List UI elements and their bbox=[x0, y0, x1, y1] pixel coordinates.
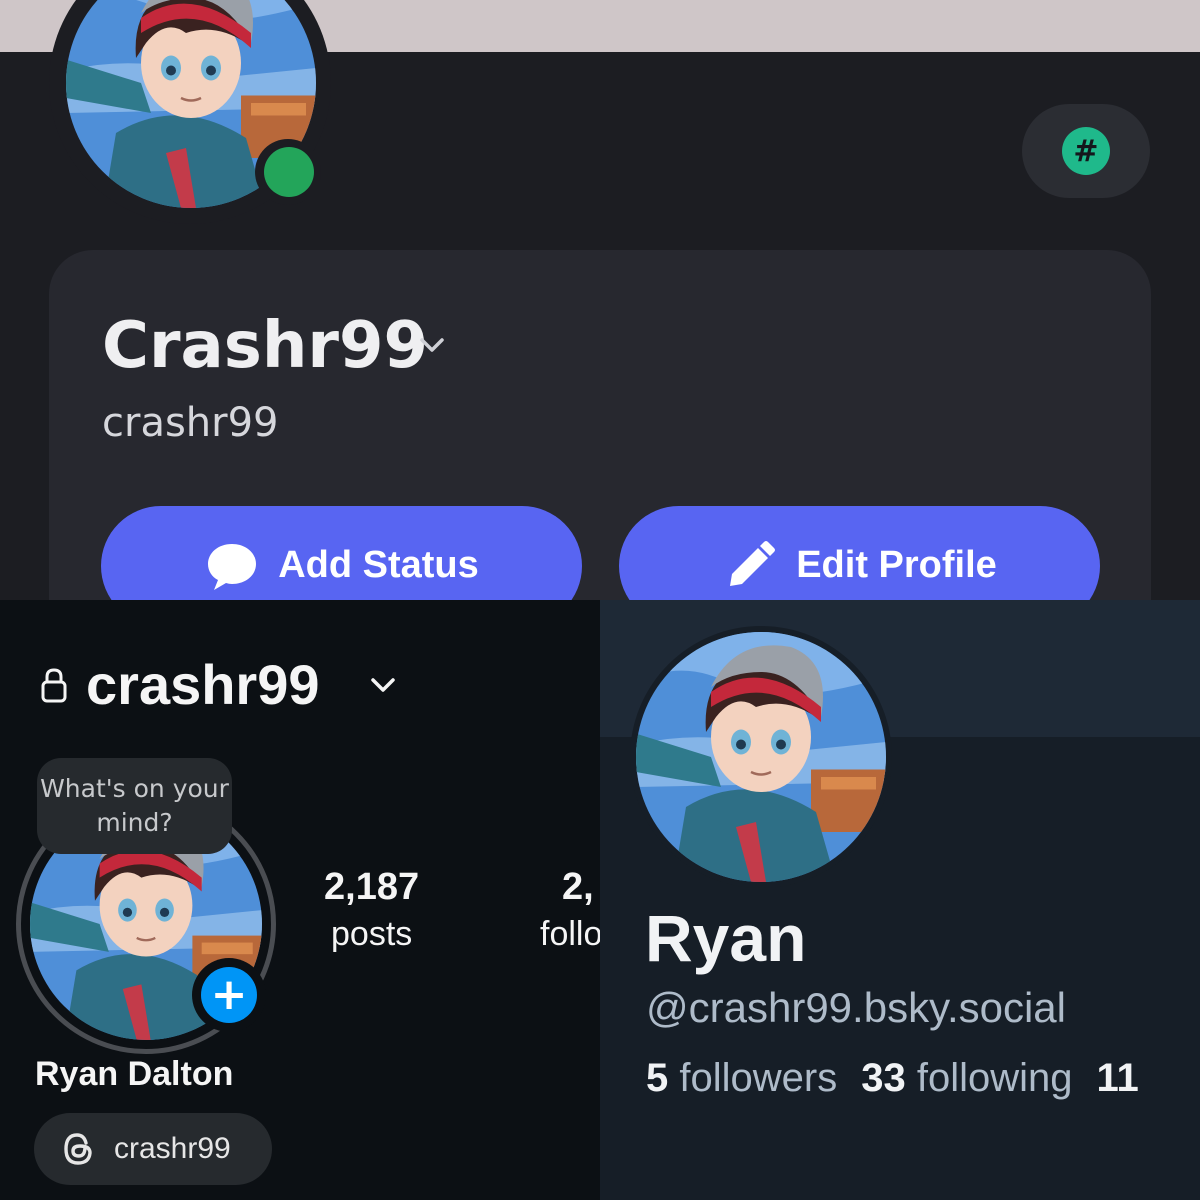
bluesky-profile-panel: Ryan @crashr99.bsky.social 5 followers 33… bbox=[600, 600, 1200, 1200]
threads-logo-icon bbox=[64, 1133, 92, 1165]
edit-profile-button[interactable]: Edit Profile bbox=[619, 506, 1100, 600]
profile-stats: 5 followers 33 following 11 bbox=[646, 1056, 1139, 1101]
posts-count: 11 bbox=[1096, 1056, 1139, 1100]
full-name: Ryan Dalton bbox=[35, 1055, 234, 1093]
followers-count[interactable]: 5 bbox=[646, 1056, 668, 1100]
handle: @crashr99.bsky.social bbox=[646, 984, 1066, 1031]
posts-label: posts bbox=[331, 915, 413, 953]
lock-icon bbox=[41, 668, 67, 703]
display-name: Ryan bbox=[645, 901, 807, 975]
threads-link[interactable]: crashr99 bbox=[34, 1113, 272, 1185]
edit-profile-label: Edit Profile bbox=[796, 544, 997, 586]
discord-profile-panel: # Crashr99 crashr99 Add Status Edit Prof… bbox=[0, 0, 1200, 600]
followers-label[interactable]: followers bbox=[679, 1056, 837, 1100]
chevron-down-icon[interactable] bbox=[370, 676, 396, 694]
threads-handle: crashr99 bbox=[114, 1132, 231, 1165]
add-status-label: Add Status bbox=[278, 544, 479, 586]
posts-count[interactable]: 2,187 bbox=[324, 866, 419, 909]
avatar[interactable] bbox=[636, 632, 886, 882]
following-label[interactable]: following bbox=[917, 1056, 1073, 1100]
username: crashr99 bbox=[102, 400, 279, 446]
online-status-icon bbox=[264, 147, 314, 197]
add-status-button[interactable]: Add Status bbox=[101, 506, 582, 600]
plus-icon: + bbox=[201, 967, 257, 1023]
hashtag-icon: # bbox=[1062, 127, 1110, 175]
instagram-profile-panel: crashr99 What's on your mind? + 2,187 po… bbox=[0, 600, 600, 1200]
following-count[interactable]: 33 bbox=[861, 1056, 906, 1100]
add-story-button[interactable]: + bbox=[192, 958, 266, 1032]
followers-label: follo bbox=[540, 915, 600, 953]
followers-count[interactable]: 2, bbox=[562, 866, 594, 909]
chevron-down-icon[interactable] bbox=[418, 335, 446, 355]
speech-bubble-icon bbox=[208, 544, 257, 590]
note-bubble[interactable]: What's on your mind? bbox=[37, 758, 232, 854]
pencil-icon bbox=[730, 541, 776, 586]
nitro-badge-button[interactable]: # bbox=[1022, 104, 1150, 198]
display-name[interactable]: Crashr99 bbox=[102, 309, 428, 383]
account-handle[interactable]: crashr99 bbox=[86, 652, 320, 717]
